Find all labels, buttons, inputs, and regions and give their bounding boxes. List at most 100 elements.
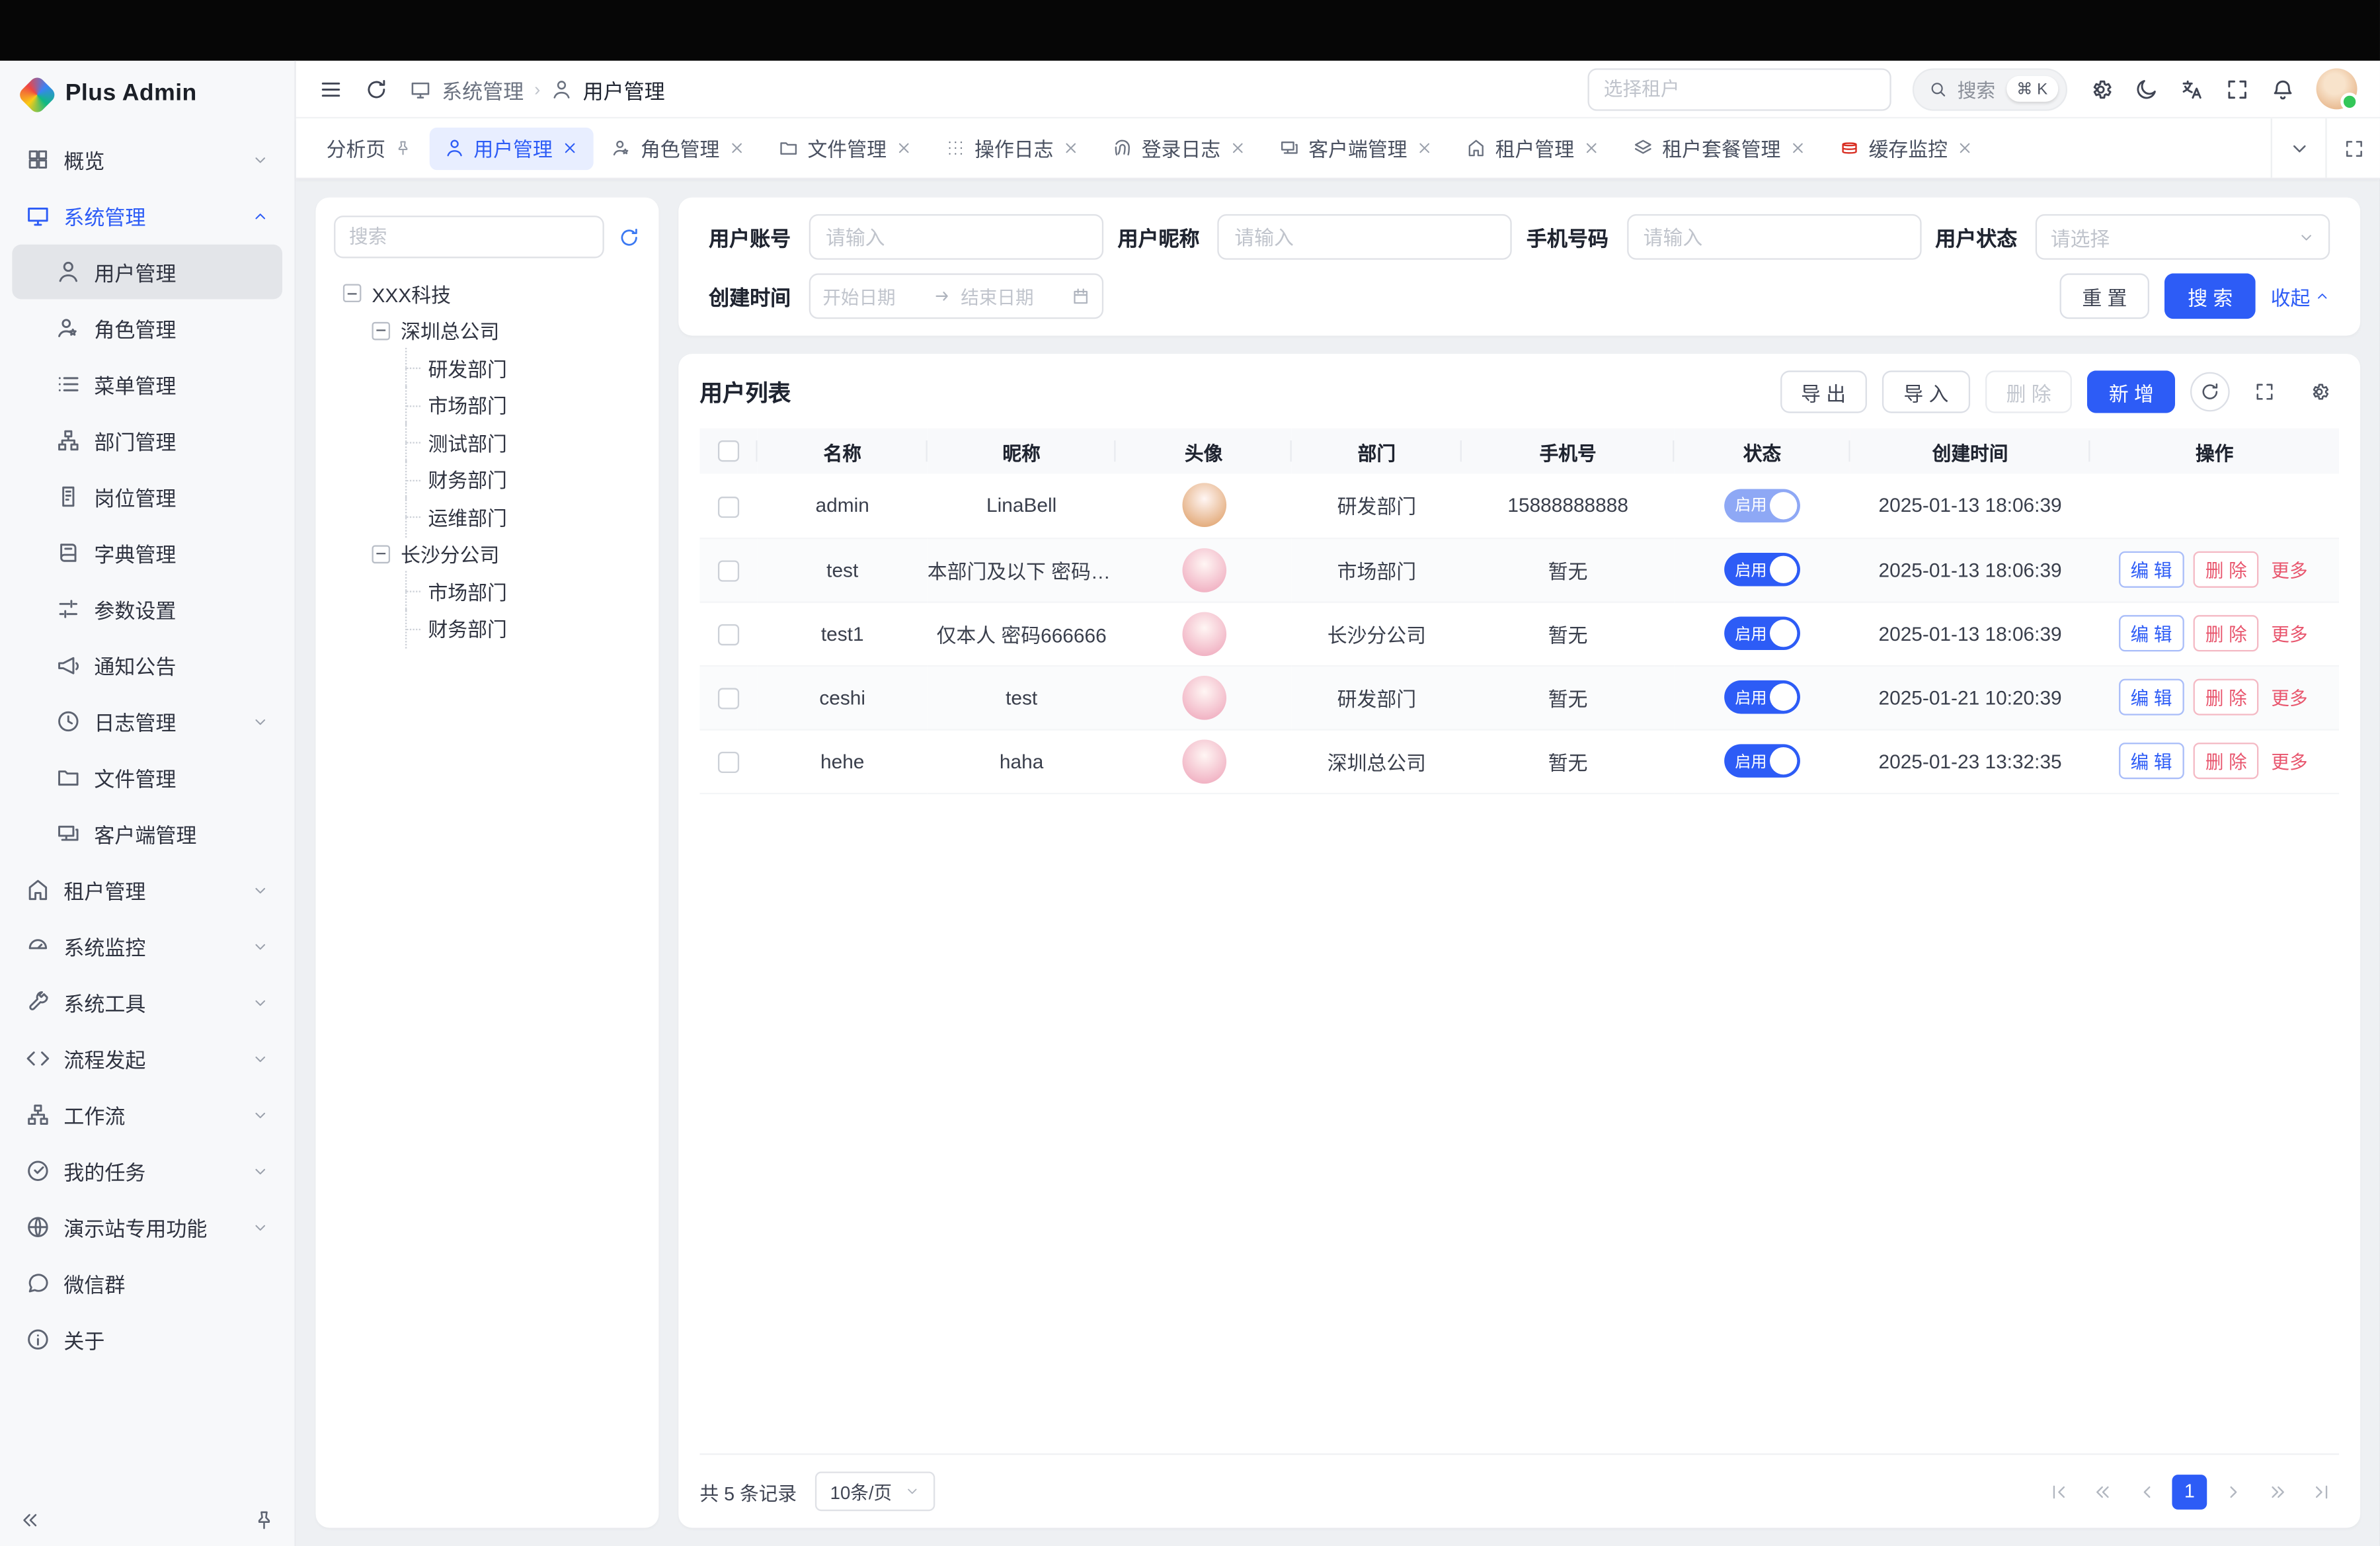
sidebar-item-19[interactable]: 演示站专用功能 <box>12 1200 282 1254</box>
sidebar-item-2[interactable]: 用户管理 <box>12 245 282 300</box>
row-checkbox[interactable] <box>718 688 739 709</box>
tree-node-5[interactable]: 财务部门 <box>334 461 641 498</box>
notifications-bell-icon[interactable] <box>2271 77 2295 101</box>
reset-button[interactable]: 重 置 <box>2059 273 2150 319</box>
tree-node-3[interactable]: 市场部门 <box>334 387 641 424</box>
sidebar-item-4[interactable]: 菜单管理 <box>12 357 282 412</box>
close-icon[interactable] <box>1062 140 1079 156</box>
delete-button[interactable]: 删 除 <box>2194 743 2260 779</box>
pin-sidebar-icon[interactable] <box>253 1510 274 1531</box>
tree-node-8[interactable]: 市场部门 <box>334 573 641 610</box>
tree-refresh-icon[interactable] <box>617 225 640 248</box>
tenant-select-input[interactable] <box>1587 67 1891 110</box>
delete-button[interactable]: 删 除 <box>2194 679 2260 715</box>
table-settings-button[interactable] <box>2299 372 2339 412</box>
sidebar-item-5[interactable]: 部门管理 <box>12 413 282 468</box>
tab-9[interactable]: 缓存监控 <box>1825 127 1989 169</box>
next-group-button[interactable] <box>2258 1473 2295 1510</box>
more-button[interactable]: 更多 <box>2268 615 2311 651</box>
current-page-button[interactable]: 1 <box>2172 1474 2207 1509</box>
edit-button[interactable]: 编 辑 <box>2118 743 2184 779</box>
sidebar-item-16[interactable]: 流程发起 <box>12 1031 282 1086</box>
sidebar-item-7[interactable]: 字典管理 <box>12 526 282 581</box>
import-button[interactable]: 导 入 <box>1882 370 1969 413</box>
tab-2[interactable]: 角色管理 <box>596 127 760 169</box>
bulk-delete-button[interactable]: 删 除 <box>1985 370 2072 413</box>
content-fullscreen-button[interactable] <box>2325 118 2380 178</box>
sidebar-item-18[interactable]: 我的任务 <box>12 1143 282 1198</box>
tab-3[interactable]: 文件管理 <box>764 127 928 169</box>
status-toggle[interactable]: 启用 <box>1724 553 1800 587</box>
app-logo[interactable]: Plus Admin <box>0 61 294 128</box>
sidebar-item-3[interactable]: 角色管理 <box>12 301 282 356</box>
search-button[interactable]: 搜 索 <box>2165 273 2256 319</box>
close-icon[interactable] <box>896 140 912 156</box>
tree-node-4[interactable]: 测试部门 <box>334 424 641 461</box>
close-icon[interactable] <box>1790 140 1806 156</box>
tree-search-input[interactable] <box>334 216 604 258</box>
breadcrumb-item[interactable]: 系统管理 <box>442 73 524 104</box>
table-fullscreen-button[interactable] <box>2245 372 2285 412</box>
table-refresh-button[interactable] <box>2190 372 2230 412</box>
sidebar-item-20[interactable]: 微信群 <box>12 1256 282 1311</box>
row-checkbox[interactable] <box>718 751 739 772</box>
more-button[interactable]: 更多 <box>2268 679 2311 715</box>
hamburger-menu-icon[interactable] <box>319 77 343 101</box>
status-toggle[interactable]: 启用 <box>1724 744 1800 778</box>
tab-0[interactable]: 分析页 <box>311 127 427 169</box>
settings-gear-icon[interactable] <box>2088 77 2113 101</box>
close-icon[interactable] <box>1957 140 1973 156</box>
sidebar-item-9[interactable]: 通知公告 <box>12 638 282 693</box>
add-button[interactable]: 新 增 <box>2088 370 2175 413</box>
close-icon[interactable] <box>1583 140 1600 156</box>
edit-button[interactable]: 编 辑 <box>2118 551 2184 588</box>
delete-button[interactable]: 删 除 <box>2194 615 2260 651</box>
tree-node-2[interactable]: 研发部门 <box>334 349 641 386</box>
collapse-filters-button[interactable]: 收起 <box>2271 282 2330 311</box>
phone-input[interactable] <box>1626 214 1921 260</box>
tree-node-9[interactable]: 财务部门 <box>334 610 641 647</box>
status-toggle[interactable]: 启用 <box>1724 489 1800 522</box>
delete-button[interactable]: 删 除 <box>2194 551 2260 588</box>
tab-5[interactable]: 登录日志 <box>1097 127 1261 169</box>
status-select[interactable]: 请选择 <box>2036 214 2330 260</box>
sidebar-item-11[interactable]: 文件管理 <box>12 751 282 805</box>
close-icon[interactable] <box>562 140 578 156</box>
sidebar-item-17[interactable]: 工作流 <box>12 1087 282 1142</box>
close-icon[interactable] <box>1416 140 1433 156</box>
more-button[interactable]: 更多 <box>2268 743 2311 779</box>
next-page-button[interactable] <box>2215 1473 2251 1510</box>
edit-button[interactable]: 编 辑 <box>2118 679 2184 715</box>
sidebar-item-1[interactable]: 系统管理 <box>12 188 282 243</box>
row-checkbox[interactable] <box>718 496 739 517</box>
sidebar-item-21[interactable]: 关于 <box>12 1312 282 1367</box>
tab-list-dropdown-button[interactable] <box>2271 118 2326 178</box>
status-toggle[interactable]: 启用 <box>1724 680 1800 714</box>
tree-collapse-icon[interactable] <box>372 545 390 563</box>
close-icon[interactable] <box>1230 140 1246 156</box>
tree-node-6[interactable]: 运维部门 <box>334 498 641 535</box>
user-avatar[interactable] <box>2317 68 2358 109</box>
row-checkbox[interactable] <box>718 624 739 645</box>
sidebar-item-10[interactable]: 日志管理 <box>12 694 282 749</box>
tree-collapse-icon[interactable] <box>343 284 362 303</box>
last-page-button[interactable] <box>2303 1473 2339 1510</box>
sidebar-item-14[interactable]: 系统监控 <box>12 919 282 974</box>
sidebar-item-6[interactable]: 岗位管理 <box>12 469 282 524</box>
refresh-page-icon[interactable] <box>364 77 389 101</box>
language-icon[interactable] <box>2180 77 2204 101</box>
sidebar-item-15[interactable]: 系统工具 <box>12 975 282 1030</box>
first-page-button[interactable] <box>2040 1473 2077 1510</box>
prev-group-button[interactable] <box>2084 1473 2120 1510</box>
dark-mode-moon-icon[interactable] <box>2134 77 2159 101</box>
global-search-button[interactable]: 搜索 ⌘ K <box>1912 67 2067 110</box>
tab-8[interactable]: 租户套餐管理 <box>1618 127 1822 169</box>
status-toggle[interactable]: 启用 <box>1724 616 1800 650</box>
row-checkbox[interactable] <box>718 560 739 581</box>
edit-button[interactable]: 编 辑 <box>2118 615 2184 651</box>
tree-collapse-icon[interactable] <box>372 321 390 340</box>
select-all-checkbox[interactable] <box>718 441 739 462</box>
sidebar-item-8[interactable]: 参数设置 <box>12 582 282 637</box>
sidebar-item-12[interactable]: 客户端管理 <box>12 807 282 862</box>
page-size-select[interactable]: 10条/页 <box>815 1472 935 1512</box>
